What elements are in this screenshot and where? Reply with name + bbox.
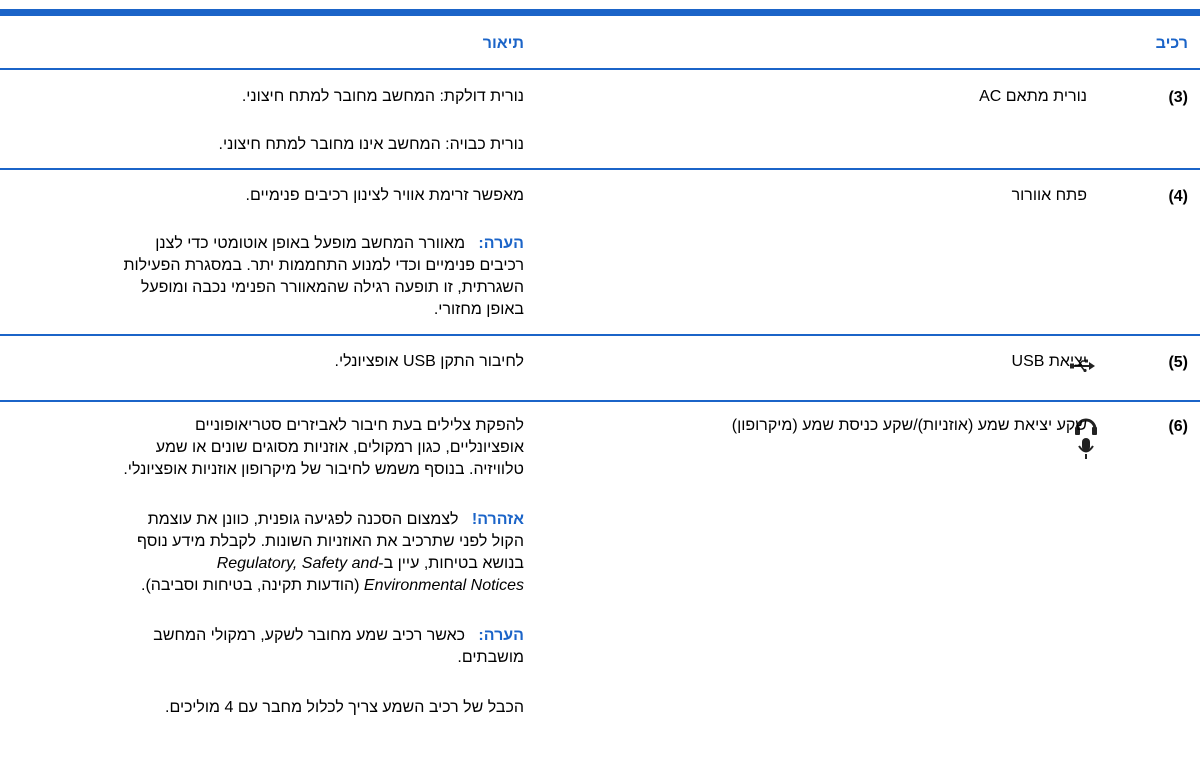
row-number: (6) bbox=[1168, 418, 1188, 435]
warning-ref-suffix: (הודעות תקינה, בטיחות וסביבה). bbox=[141, 577, 360, 594]
warning-line: בנושא בטיחות, עיין ב-Regulatory, Safety … bbox=[4, 553, 524, 575]
component-name: יציאת USB bbox=[1011, 353, 1087, 370]
warning-text: לצמצום הסכנה לפגיעה גופנית, כוונן את עוצ… bbox=[147, 511, 459, 528]
header-divider bbox=[0, 68, 1200, 70]
note-label: הערה: bbox=[478, 235, 524, 252]
description-line: הכבל של רכיב השמע צריך לכלול מחבר עם 4 מ… bbox=[165, 699, 524, 716]
row-divider bbox=[0, 334, 1200, 336]
row-divider bbox=[0, 400, 1200, 402]
description-line: מאפשר זרימת אוויר לצינון רכיבים פנימיים. bbox=[245, 187, 524, 204]
description-line: להפקת צלילים בעת חיבור לאביזרים סטריאופו… bbox=[194, 417, 524, 434]
description-line: טלוויזיה. בנוסף משמש לחיבור של מיקרופון … bbox=[123, 461, 524, 478]
note-label: הערה: bbox=[478, 627, 524, 644]
warning-ref-prefix: בנושא בטיחות, עיין ב- bbox=[378, 555, 524, 572]
description-line: אופציונליים, כגון רמקולים, אוזניות מסוגי… bbox=[155, 439, 524, 456]
warning-line: הקול לפני שתרכיב את האוזניות השונות. לקב… bbox=[137, 533, 524, 550]
note-line: רכיבים פנימיים וכדי למנוע התחממות יתר. ב… bbox=[123, 257, 524, 274]
description-line: נורית דולקת: המחשב מחובר למתח חיצוני. bbox=[241, 88, 524, 105]
note-text: כאשר רכיב שמע מחובר לשקע, רמקולי המחשב bbox=[153, 627, 466, 644]
description-line: לחיבור התקן USB אופציונלי. bbox=[334, 353, 524, 370]
note-paragraph: הערה: מאוורר המחשב מופעל באופן אוטומטי כ… bbox=[4, 233, 524, 255]
document-title: Environmental Notices bbox=[363, 577, 524, 594]
note-line: מושבתים. bbox=[457, 649, 524, 666]
row-number: (5) bbox=[1168, 354, 1188, 371]
note-line: באופן מחזורי. bbox=[433, 301, 524, 318]
document-title: Regulatory, Safety and bbox=[216, 555, 379, 572]
component-name: פתח אוורור bbox=[1011, 187, 1087, 204]
note-line: השגרתית, זו תופעה רגילה שהמאוורר הפנימי … bbox=[140, 279, 524, 296]
row-number: (4) bbox=[1168, 188, 1188, 205]
row-divider bbox=[0, 168, 1200, 170]
table-top-rule bbox=[0, 9, 1200, 16]
note-paragraph: הערה: כאשר רכיב שמע מחובר לשקע, רמקולי ה… bbox=[4, 625, 524, 647]
description-line: נורית כבויה: המחשב אינו מחובר למתח חיצונ… bbox=[218, 136, 524, 153]
note-text: מאוורר המחשב מופעל באופן אוטומטי כדי לצנ… bbox=[155, 235, 466, 252]
row-number: (3) bbox=[1168, 89, 1188, 106]
component-name: שקע יציאת שמע (אוזניות)/שקע כניסת שמע (מ… bbox=[731, 417, 1087, 434]
column-header-component: רכיב bbox=[1155, 35, 1188, 52]
component-name: נורית מתאם AC bbox=[979, 88, 1087, 105]
warning-line: Environmental Notices (הודעות תקינה, בטי… bbox=[4, 575, 524, 597]
column-header-description: תיאור bbox=[482, 35, 524, 52]
warning-paragraph: אזהרה! לצמצום הסכנה לפגיעה גופנית, כוונן… bbox=[4, 509, 524, 531]
warning-label: אזהרה! bbox=[471, 511, 524, 528]
